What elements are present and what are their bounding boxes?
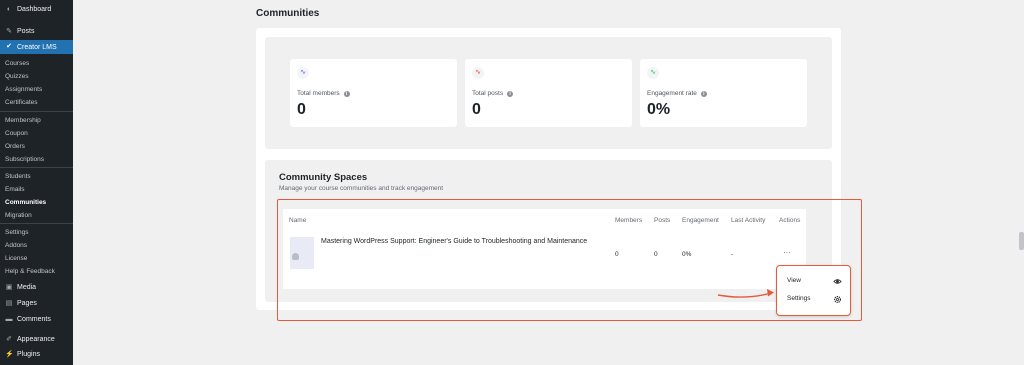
pages-icon: ▤ [5,299,13,307]
highlight-box [277,199,862,321]
section-subtitle: Manage your course communities and track… [279,185,444,192]
menu-posts[interactable]: ✎ Posts [0,27,73,36]
menu-creator-lms[interactable]: ✔ Creator LMS [0,40,73,54]
media-icon: ▣ [5,283,13,291]
submenu-students[interactable]: Students [0,172,73,181]
comments-icon: ▬ [5,315,13,323]
stat-value: 0 [297,101,306,118]
submenu-communities[interactable]: Communities [0,198,73,207]
stat-card-total-members: ∿ Total members i 0 [290,59,457,127]
stat-value: 0 [472,101,481,118]
submenu-courses[interactable]: Courses [0,59,73,68]
creator-lms-icon: ✔ [6,43,12,50]
menu-item-view[interactable]: View [787,277,801,284]
activity-icon: ∿ [297,67,309,79]
menu-pages[interactable]: ▤ Pages [0,299,73,308]
menu-item-settings[interactable]: Settings [787,295,811,302]
brush-icon: ✐ [6,335,12,343]
stat-label: Total members [297,90,340,97]
dashboard-icon: ◐ [6,5,12,13]
sidebar-divider [0,111,73,112]
menu-dashboard[interactable]: ◐ Dashboard [0,5,73,14]
submenu-orders[interactable]: Orders [0,142,73,151]
info-icon[interactable]: i [343,90,350,97]
menu-media[interactable]: ▣ Media [0,283,73,292]
admin-sidebar: ◐ Dashboard ✎ Posts ✔ Creator LMS Courses Q… [0,0,73,365]
submenu-assignments[interactable]: Assignments [0,85,73,94]
submenu-certificates[interactable]: Certificates [0,98,73,107]
submenu-migration[interactable]: Migration [0,211,73,220]
stat-card-engagement-rate: ∿ Engagement rate i 0% [640,59,807,127]
submenu-addons[interactable]: Addons [0,241,73,250]
plugin-icon: ⚡ [5,350,14,358]
info-icon[interactable]: i [507,90,514,97]
submenu-settings[interactable]: Settings [0,228,73,237]
menu-comments[interactable]: ▬ Comments [0,315,73,324]
menu-plugins[interactable]: ⚡ Plugins [0,350,73,359]
submenu-help-feedback[interactable]: Help & Feedback [0,267,73,276]
actions-dropdown-menu: View Settings [776,265,851,316]
sidebar-divider [0,167,73,168]
stat-label: Engagement rate [647,90,697,97]
submenu-emails[interactable]: Emails [0,185,73,194]
stat-label: Total posts [472,90,504,97]
submenu-quizzes[interactable]: Quizzes [0,72,73,81]
info-icon[interactable]: i [700,90,707,97]
eye-icon[interactable] [833,277,842,286]
sidebar-divider [0,223,73,224]
stat-value: 0% [647,101,671,118]
section-title: Community Spaces [279,172,368,183]
submenu-membership[interactable]: Membership [0,116,73,125]
submenu-subscriptions[interactable]: Subscriptions [0,155,73,164]
gear-icon[interactable] [833,295,842,304]
submenu-license[interactable]: License [0,254,73,263]
arrow-icon [717,289,774,298]
pin-icon: ✎ [6,27,12,35]
activity-icon: ∿ [647,67,659,79]
submenu-coupon[interactable]: Coupon [0,129,73,138]
scrollbar-handle[interactable] [1019,232,1024,250]
page-title: Communities [256,8,320,19]
menu-appearance[interactable]: ✐ Appearance [0,335,73,344]
stat-card-total-posts: ∿ Total posts i 0 [465,59,632,127]
activity-icon: ∿ [472,67,484,79]
